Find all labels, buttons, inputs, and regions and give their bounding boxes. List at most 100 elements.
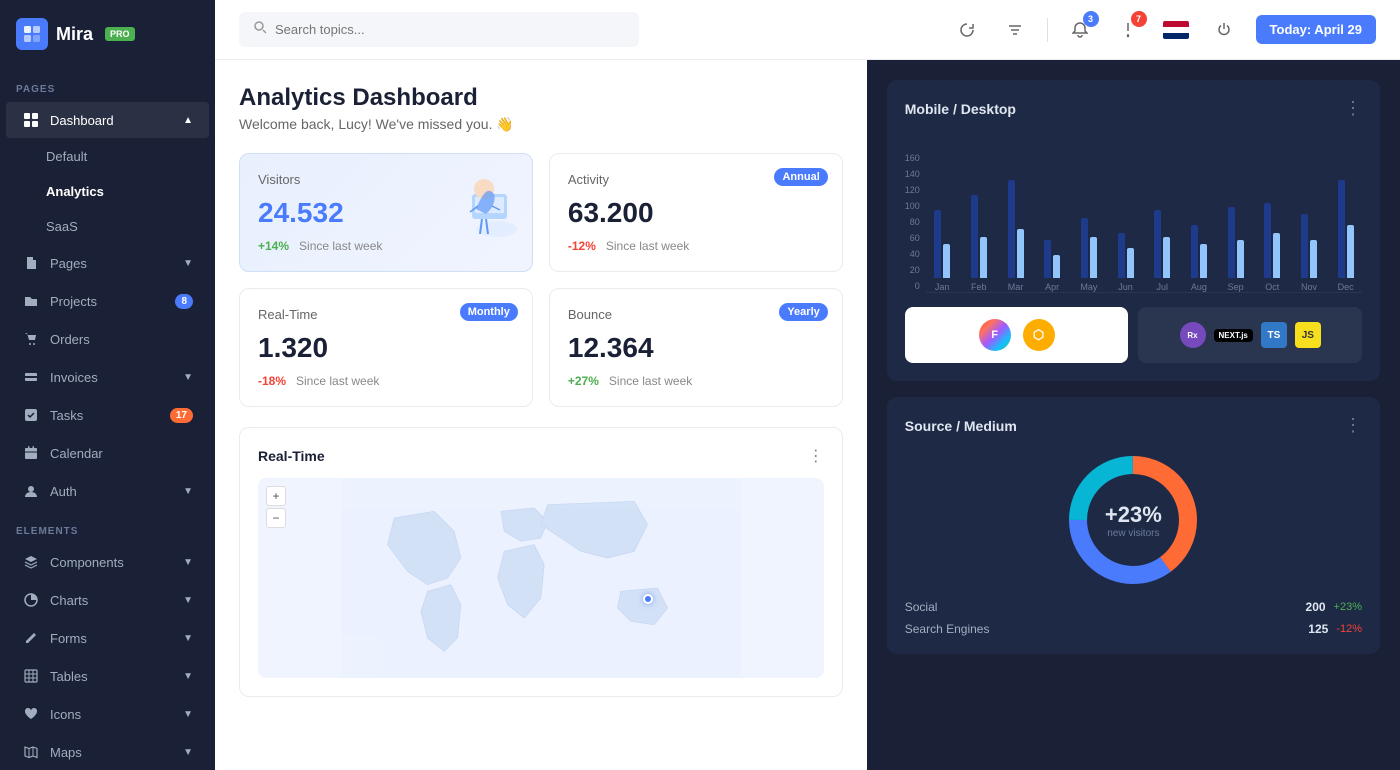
sidebar-label-saas: SaaS <box>46 219 78 234</box>
filter-button[interactable] <box>999 14 1031 46</box>
sidebar-label-charts: Charts <box>50 593 88 608</box>
topbar: 3 7 Today: April 29 <box>215 0 1400 60</box>
mobile-desktop-title: Mobile / Desktop <box>905 101 1016 117</box>
desktop-bar-jun <box>1118 233 1125 278</box>
bar-month-label: Mar <box>1008 282 1024 292</box>
desktop-bar-jul <box>1154 210 1161 278</box>
sidebar-label-tables: Tables <box>50 669 88 684</box>
search-box[interactable] <box>239 12 639 47</box>
mobile-bar-nov <box>1310 240 1317 278</box>
mobile-desktop-menu[interactable]: ⋮ <box>1344 98 1362 119</box>
pro-badge: PRO <box>105 27 135 41</box>
app-container: Mira PRO PAGES Dashboard ▲ Default Analy… <box>0 0 1400 770</box>
sidebar-item-auth[interactable]: Auth ▼ <box>6 473 209 509</box>
light-column: Analytics Dashboard Welcome back, Lucy! … <box>215 60 867 770</box>
y-100: 100 <box>905 201 920 211</box>
sidebar-item-tables[interactable]: Tables ▼ <box>6 658 209 694</box>
section-label-elements: ELEMENTS <box>0 510 215 543</box>
source-medium-card: Source / Medium ⋮ <box>887 397 1380 654</box>
sidebar-label-projects: Projects <box>50 294 97 309</box>
date-button[interactable]: Today: April 29 <box>1256 15 1376 44</box>
mobile-bar-jan <box>943 244 950 278</box>
stat-card-activity: Activity Annual 63.200 -12% Since last w… <box>549 153 843 272</box>
bar-group-jul: Jul <box>1146 158 1179 292</box>
sidebar-item-icons[interactable]: Icons ▼ <box>6 696 209 732</box>
edit-icon <box>22 629 40 647</box>
bar-group-apr: Apr <box>1036 158 1069 292</box>
sidebar-item-pages[interactable]: Pages ▼ <box>6 245 209 281</box>
sidebar-label-maps: Maps <box>50 745 82 760</box>
sidebar-item-default[interactable]: Default <box>6 140 209 173</box>
y-160: 160 <box>905 153 920 163</box>
bar-group-may: May <box>1073 158 1106 292</box>
y-140: 140 <box>905 169 920 179</box>
source-item-search: Search Engines 125 -12% <box>905 622 1362 636</box>
sidebar-item-dashboard[interactable]: Dashboard ▲ <box>6 102 209 138</box>
search-input[interactable] <box>275 22 625 37</box>
notifications-button[interactable]: 3 <box>1064 14 1096 46</box>
alerts-button[interactable]: 7 <box>1112 14 1144 46</box>
map-container: + − <box>258 478 824 678</box>
sidebar-item-invoices[interactable]: Invoices ▼ <box>6 359 209 395</box>
bar-month-label: Aug <box>1191 282 1207 292</box>
desktop-bar-sep <box>1228 207 1235 278</box>
sidebar-logo[interactable]: Mira PRO <box>0 0 215 68</box>
layers-icon <box>22 553 40 571</box>
map-zoom-in[interactable]: + <box>266 486 286 506</box>
desktop-bar-dec <box>1338 180 1345 278</box>
activity-value: 63.200 <box>568 197 824 229</box>
sidebar-label-tasks: Tasks <box>50 408 83 423</box>
bounce-since: Since last week <box>609 374 692 388</box>
sidebar-label-auth: Auth <box>50 484 77 499</box>
mobile-bar-may <box>1090 237 1097 278</box>
source-search-value: 125 <box>1308 622 1328 636</box>
sidebar-item-tasks[interactable]: Tasks 17 <box>6 397 209 433</box>
bar-month-label: Jun <box>1118 282 1133 292</box>
donut-chart-container: +23% new visitors <box>905 450 1362 590</box>
map-controls: + − <box>266 486 286 528</box>
bar-group-feb: Feb <box>962 158 995 292</box>
activity-since: Since last week <box>606 239 689 253</box>
file-icon <box>22 254 40 272</box>
sidebar-item-analytics[interactable]: Analytics <box>6 175 209 208</box>
sidebar-item-maps[interactable]: Maps ▼ <box>6 734 209 770</box>
logo-text: Mira <box>56 24 93 45</box>
sidebar-label-forms: Forms <box>50 631 87 646</box>
main-content: 3 7 Today: April 29 Analyti <box>215 0 1400 770</box>
y-120: 120 <box>905 185 920 195</box>
bar-month-label: Apr <box>1045 282 1059 292</box>
search-icon <box>253 20 267 39</box>
folder-icon <box>22 292 40 310</box>
mobile-desktop-card: Mobile / Desktop ⋮ 160 140 120 100 80 <box>887 80 1380 381</box>
y-80: 80 <box>905 217 920 227</box>
sidebar-item-forms[interactable]: Forms ▼ <box>6 620 209 656</box>
source-list: Social 200 +23% Search Engines 125 <box>905 600 1362 636</box>
chevron-down-maps: ▼ <box>183 747 193 758</box>
chevron-down-forms: ▼ <box>183 633 193 644</box>
bounce-badge: Yearly <box>779 303 827 321</box>
mobile-bar-dec <box>1347 225 1354 278</box>
nextjs-logo: NEXT.js <box>1214 329 1253 342</box>
mobile-bar-sep <box>1237 240 1244 278</box>
source-medium-menu[interactable]: ⋮ <box>1344 415 1362 436</box>
mobile-bar-jul <box>1163 237 1170 278</box>
bar-month-label: Jul <box>1156 282 1168 292</box>
desktop-bar-aug <box>1191 225 1198 278</box>
sidebar-item-orders[interactable]: Orders <box>6 321 209 357</box>
mobile-bar-mar <box>1017 229 1024 278</box>
sidebar-item-saas[interactable]: SaaS <box>6 210 209 243</box>
power-button[interactable] <box>1208 14 1240 46</box>
sidebar-item-charts[interactable]: Charts ▼ <box>6 582 209 618</box>
projects-badge: 8 <box>175 294 193 309</box>
sketch-logo: ⬡ <box>1023 319 1055 351</box>
sidebar-item-projects[interactable]: Projects 8 <box>6 283 209 319</box>
heart-icon <box>22 705 40 723</box>
chevron-down-icon-inv: ▼ <box>183 372 193 383</box>
sync-button[interactable] <box>951 14 983 46</box>
map-zoom-out[interactable]: − <box>266 508 286 528</box>
language-selector[interactable] <box>1160 14 1192 46</box>
map-dots-menu[interactable]: ⋮ <box>808 446 824 466</box>
visitors-illustration <box>442 164 522 244</box>
sidebar-item-components[interactable]: Components ▼ <box>6 544 209 580</box>
sidebar-item-calendar[interactable]: Calendar <box>6 435 209 471</box>
